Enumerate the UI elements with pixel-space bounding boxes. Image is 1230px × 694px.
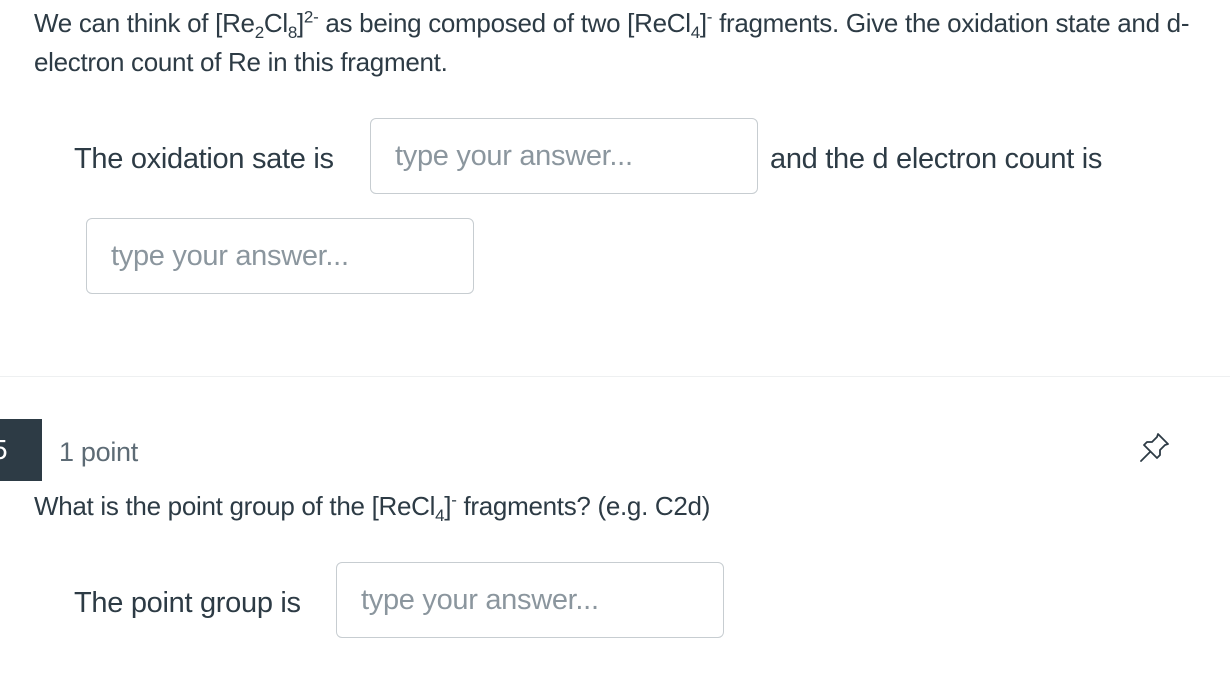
q5-text-part: fragments? (e.g. C2d): [456, 491, 711, 521]
q4-superscript: 2-: [303, 7, 319, 27]
question-number: 5: [0, 434, 8, 465]
pin-icon[interactable]: [1136, 428, 1174, 466]
question-5-text: What is the point group of the [ReCl4]- …: [34, 487, 710, 526]
electron-count-input-box[interactable]: [86, 218, 474, 294]
point-group-input-box[interactable]: [336, 562, 724, 638]
point-group-label: The point group is: [74, 587, 301, 619]
q4-subscript: 4: [690, 23, 700, 43]
question-4-text: We can think of [Re2Cl8]2- as being comp…: [34, 4, 1194, 82]
q4-text-part: We can think of [Re: [34, 8, 255, 38]
electron-count-input[interactable]: [87, 219, 473, 293]
q5-text-part: What is the point group of the [ReCl: [34, 491, 436, 521]
question-points: 1 point: [59, 437, 138, 467]
point-group-input[interactable]: [337, 563, 723, 637]
q5-subscript: 4: [435, 506, 445, 526]
q4-text-part: Cl: [263, 8, 288, 38]
q4-text-part: ]: [296, 8, 304, 38]
q4-subscript: 2: [254, 23, 264, 43]
electron-count-label: and the d electron count is: [770, 143, 1103, 175]
oxidation-state-input[interactable]: [371, 119, 757, 193]
q4-subscript: 8: [287, 23, 297, 43]
question-number-badge: 5: [0, 419, 42, 481]
oxidation-state-input-box[interactable]: [370, 118, 758, 194]
q4-text-part: as being composed of two [ReCl: [318, 8, 691, 38]
q4-text-part: ]: [699, 8, 707, 38]
question-divider: [0, 376, 1230, 377]
oxidation-state-label: The oxidation sate is: [74, 143, 334, 175]
